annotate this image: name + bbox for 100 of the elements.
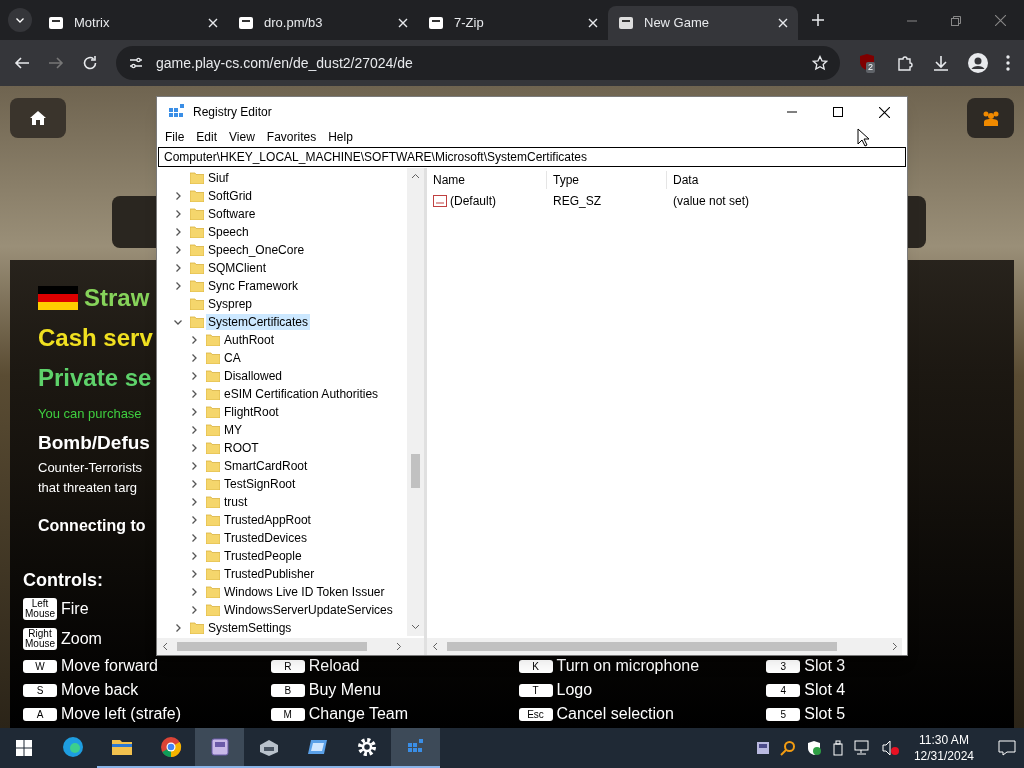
key-badge: S (23, 683, 57, 697)
back-arrow-icon[interactable] (14, 55, 30, 71)
horizontal-scrollbar-drawing[interactable] (427, 638, 902, 655)
tree-item[interactable]: SmartCardRoot (222, 458, 310, 474)
menu-item[interactable]: View (223, 128, 261, 146)
key-badge: Right Mouse (23, 628, 57, 650)
tree-item[interactable]: TestSignRoot (222, 476, 298, 492)
clock-date[interactable]: 12/31/2024 (913, 748, 974, 764)
server-name: Straw (84, 284, 150, 312)
german-flag-icon (38, 286, 78, 310)
control-action: Slot 4 (804, 680, 846, 700)
profile-icon[interactable] (968, 53, 988, 73)
tab-title: Motrix (74, 14, 111, 33)
controls-heading: Controls: (23, 570, 103, 590)
string-value-icon (433, 195, 447, 207)
menu-item[interactable]: Help (322, 128, 359, 146)
column-header[interactable]: Name (427, 171, 547, 189)
tree-item[interactable]: Software (206, 206, 258, 222)
tree-item[interactable]: Speech (206, 224, 251, 240)
horizontal-scrollbar-drawing[interactable] (157, 638, 424, 655)
tree-item[interactable]: Sync Framework (206, 278, 301, 294)
tree-item[interactable]: SystemSettings (206, 620, 294, 636)
clock-time[interactable]: 11:30 AM (919, 732, 969, 748)
muted-speaker-icon[interactable] (881, 740, 900, 756)
tree-item[interactable]: SoftGrid (206, 188, 254, 204)
value-name[interactable]: (Default) (450, 192, 496, 210)
key-badge: 5 (766, 707, 801, 721)
private-server-text: Private se (38, 364, 152, 392)
tree-item[interactable]: FlightRoot (222, 404, 281, 420)
maximize-icon (833, 107, 843, 117)
tree-item[interactable]: TrustedAppRoot (222, 512, 313, 528)
tree-item[interactable]: Sysprep (206, 296, 255, 312)
menu-item[interactable]: Favorites (260, 128, 323, 146)
tree-item[interactable]: Speech_OneCore (206, 242, 307, 258)
reload-icon[interactable] (82, 55, 98, 71)
address-field[interactable]: Computer\HKEY_LOCAL_MACHINE\SOFTWARE\Microsoft\SystemCertificates (158, 147, 906, 167)
menu-item[interactable]: File (159, 128, 191, 146)
puzzle-icon[interactable] (896, 54, 914, 72)
tree-item[interactable]: ROOT (222, 440, 261, 456)
folder-icon (206, 442, 220, 454)
tree-item[interactable]: TrustedDevices (222, 530, 309, 546)
forward-arrow-icon[interactable] (48, 55, 64, 71)
folder-icon (190, 208, 204, 220)
cash-server-text: Cash serv (38, 324, 153, 352)
shield-icon[interactable] (805, 740, 822, 756)
column-header[interactable]: Type (547, 171, 667, 189)
key-badge: Left Mouse (23, 598, 57, 620)
folder-icon (190, 244, 204, 256)
tree-item[interactable]: eSIM Certification Authorities (222, 386, 381, 402)
tree-item[interactable]: TrustedPublisher (222, 566, 317, 582)
tree-item[interactable]: AuthRoot (222, 332, 277, 348)
edge-browser-icon (60, 735, 85, 759)
tree-item[interactable]: MY (222, 422, 244, 438)
key-badge: R (270, 659, 305, 673)
browser-tab[interactable]: New Game (608, 6, 798, 40)
value-data: (value not set) (672, 193, 751, 210)
menu-icon[interactable] (1006, 55, 1010, 71)
folder-icon (206, 424, 220, 436)
address-bar[interactable]: game.play-cs.com/en/de_dust2/27024/de (116, 46, 840, 80)
browser-tab[interactable]: Motrix (38, 6, 228, 40)
browser-tab[interactable]: 7-Zip (418, 6, 608, 40)
folder-icon (190, 262, 204, 274)
tab-title: New Game (644, 14, 711, 33)
network-icon[interactable] (853, 740, 872, 756)
download-icon[interactable] (932, 54, 950, 72)
tree-item[interactable]: SystemCertificates (206, 314, 311, 330)
tree-item[interactable]: trust (222, 494, 250, 510)
control-action: Move left (strafe) (61, 704, 182, 724)
tree-item[interactable]: WindowsServerUpdateServices (222, 602, 395, 618)
tree-item[interactable]: SQMClient (206, 260, 268, 276)
control-action: Slot 5 (804, 704, 846, 724)
folder-icon (190, 226, 204, 238)
windows-logo-icon (16, 740, 32, 756)
search-icon[interactable] (779, 740, 796, 756)
control-action: Fire (61, 599, 89, 619)
players-button[interactable] (967, 98, 1014, 138)
usb-drive-icon[interactable] (831, 740, 844, 756)
chevron-down-icon (173, 317, 183, 327)
restore-icon[interactable] (951, 15, 961, 26)
tree-item[interactable]: Siuf (206, 170, 231, 186)
purchase-note: You can purchase (38, 406, 142, 422)
menu-item[interactable]: Edit (190, 128, 224, 146)
control-action: Slot 3 (804, 656, 846, 676)
vertical-scrollbar-drawing[interactable] (407, 168, 424, 636)
tree-item[interactable]: CA (222, 350, 243, 366)
new-tab-icon[interactable] (812, 14, 824, 26)
tray-app-icon[interactable] (755, 741, 770, 755)
tree-item[interactable]: Windows Live ID Token Issuer (222, 584, 387, 600)
notification-icon[interactable] (998, 740, 1016, 756)
folder-icon (206, 568, 220, 580)
column-header[interactable]: Data (667, 171, 847, 189)
home-button[interactable] (10, 98, 66, 138)
star-icon[interactable] (812, 55, 828, 71)
tree-item[interactable]: Disallowed (222, 368, 285, 384)
browser-tab[interactable]: dro.pm/b3 (228, 6, 418, 40)
tab-list-button[interactable] (8, 8, 32, 32)
tree-item[interactable]: TrustedPeople (222, 548, 304, 564)
value-type: REG_SZ (552, 193, 602, 210)
favicon-icon (618, 15, 634, 31)
window-title: Registry Editor (193, 104, 273, 121)
